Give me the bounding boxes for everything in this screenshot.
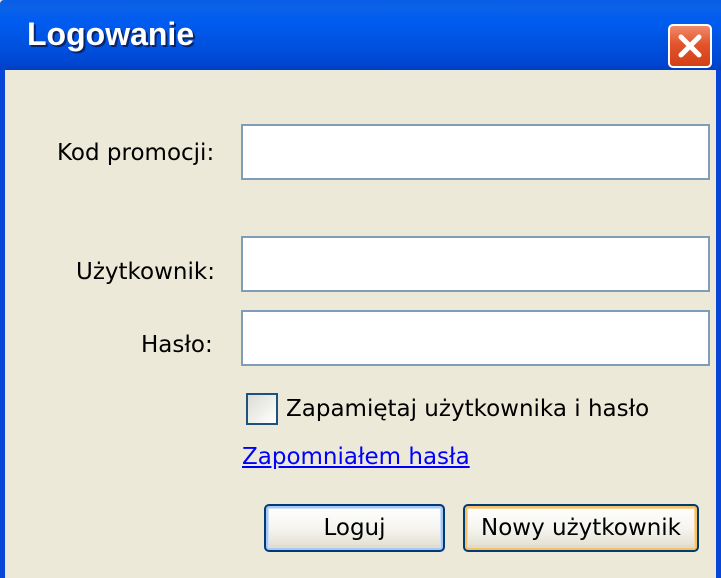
remember-checkbox-label[interactable]: Zapamiętaj użytkownika i hasło xyxy=(286,394,649,424)
new-user-button[interactable]: Nowy użytkownik xyxy=(463,504,699,552)
remember-checkbox[interactable] xyxy=(246,393,278,425)
password-input[interactable] xyxy=(241,310,710,366)
username-label: Użytkownik: xyxy=(76,259,215,285)
window-border-left xyxy=(0,70,5,578)
username-input[interactable] xyxy=(241,236,710,292)
window-border-right xyxy=(716,70,721,578)
promo-code-input[interactable] xyxy=(241,124,710,180)
close-button[interactable] xyxy=(668,24,712,68)
close-icon xyxy=(678,34,702,58)
promo-code-label: Kod promocji: xyxy=(57,140,215,166)
login-button[interactable]: Loguj xyxy=(264,504,445,552)
window-title: Logowanie xyxy=(27,16,195,52)
password-label: Hasło: xyxy=(141,332,213,358)
login-dialog: Logowanie Kod promocji: Użytkownik: Hasł… xyxy=(0,0,721,578)
title-bar[interactable]: Logowanie xyxy=(0,0,721,70)
forgot-password-link[interactable]: Zapomniałem hasła xyxy=(242,442,470,472)
